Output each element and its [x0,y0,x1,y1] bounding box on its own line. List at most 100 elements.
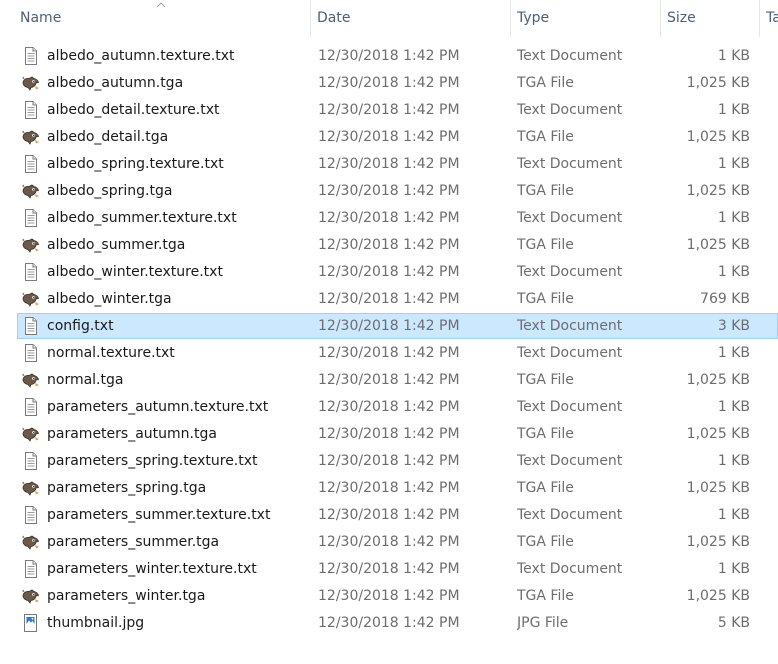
file-row[interactable]: parameters_spring.texture.txt 12/30/2018 … [17,448,778,474]
file-size: 1 KB [717,264,750,280]
file-row[interactable]: albedo_summer.texture.txt 12/30/2018 1:42… [17,205,778,231]
image-file-icon [21,614,40,632]
file-name: albedo_detail.texture.txt [47,102,220,118]
file-row[interactable]: normal.texture.txt 12/30/2018 1:42 PM Text… [17,340,778,366]
file-size: 1 KB [717,453,750,469]
file-date-modified: 12/30/2018 1:42 PM [318,318,460,334]
file-date-modified: 12/30/2018 1:42 PM [318,210,460,226]
file-date-modified: 12/30/2018 1:42 PM [318,615,460,631]
file-date-modified: 12/30/2018 1:42 PM [318,507,460,523]
file-name: parameters_spring.texture.txt [47,453,258,469]
file-date-modified: 12/30/2018 1:42 PM [318,48,460,64]
file-size: 769 KB [700,291,750,307]
file-date-modified: 12/30/2018 1:42 PM [318,156,460,172]
file-date-modified: 12/30/2018 1:42 PM [318,480,460,496]
file-type: TGA File [517,75,574,91]
file-date-modified: 12/30/2018 1:42 PM [318,399,460,415]
file-name: normal.texture.txt [47,345,175,361]
file-row[interactable]: parameters_winter.texture.txt 12/30/2018 … [17,556,778,582]
file-date-modified: 12/30/2018 1:42 PM [318,453,460,469]
text-file-icon [21,560,40,578]
column-header-bar: Name Date Type Size Ta [0,0,778,37]
file-type: Text Document [517,507,623,523]
file-date-modified: 12/30/2018 1:42 PM [318,426,460,442]
file-size: 1 KB [717,561,750,577]
file-name: parameters_summer.texture.txt [47,507,271,523]
file-date-modified: 12/30/2018 1:42 PM [318,264,460,280]
file-type: Text Document [517,345,623,361]
file-row[interactable]: albedo_spring.tga 12/30/2018 1:42 PM TGA F… [17,178,778,204]
file-date-modified: 12/30/2018 1:42 PM [318,588,460,604]
file-type: Text Document [517,264,623,280]
file-size: 1 KB [717,210,750,226]
gimp-file-icon [21,236,40,254]
file-size: 1 KB [717,507,750,523]
file-type: TGA File [517,534,574,550]
file-size: 1 KB [717,48,750,64]
file-row[interactable]: normal.tga 12/30/2018 1:42 PM TGA File 1,02… [17,367,778,393]
column-header-date[interactable]: Date [310,0,510,37]
file-row[interactable]: parameters_autumn.tga 12/30/2018 1:42 PM T… [17,421,778,447]
column-header-type[interactable]: Type [510,0,660,37]
file-date-modified: 12/30/2018 1:42 PM [318,102,460,118]
file-row[interactable]: albedo_autumn.texture.txt 12/30/2018 1:42… [17,43,778,69]
file-type: Text Document [517,210,623,226]
file-size: 1 KB [717,399,750,415]
file-row[interactable]: albedo_detail.texture.txt 12/30/2018 1:42… [17,97,778,123]
file-name: albedo_autumn.texture.txt [47,48,235,64]
file-size: 1 KB [717,102,750,118]
column-header-size[interactable]: Size [660,0,759,37]
file-size: 5 KB [717,615,750,631]
text-file-icon [21,398,40,416]
file-size: 1 KB [717,156,750,172]
file-type: Text Document [517,102,623,118]
file-row[interactable]: albedo_detail.tga 12/30/2018 1:42 PM TGA F… [17,124,778,150]
file-row[interactable]: albedo_winter.tga 12/30/2018 1:42 PM TGA F… [17,286,778,312]
file-row[interactable]: parameters_autumn.texture.txt 12/30/2018 … [17,394,778,420]
file-size: 1,025 KB [686,588,750,604]
file-type: TGA File [517,426,574,442]
file-row[interactable]: parameters_spring.tga 12/30/2018 1:42 PM T… [17,475,778,501]
file-row[interactable]: parameters_winter.tga 12/30/2018 1:42 PM T… [17,583,778,609]
text-file-icon [21,155,40,173]
gimp-file-icon [21,182,40,200]
file-name: albedo_detail.tga [47,129,169,145]
file-date-modified: 12/30/2018 1:42 PM [318,345,460,361]
file-date-modified: 12/30/2018 1:42 PM [318,561,460,577]
gimp-file-icon [21,74,40,92]
file-type: Text Document [517,156,623,172]
file-date-modified: 12/30/2018 1:42 PM [318,534,460,550]
text-file-icon [21,506,40,524]
file-row[interactable]: config.txt 12/30/2018 1:42 PM Text Documen… [17,313,778,339]
file-type: Text Document [517,399,623,415]
file-name: parameters_autumn.texture.txt [47,399,269,415]
file-size: 1,025 KB [686,372,750,388]
file-row[interactable]: albedo_autumn.tga 12/30/2018 1:42 PM TGA F… [17,70,778,96]
text-file-icon [21,344,40,362]
text-file-icon [21,452,40,470]
file-size: 1,025 KB [686,534,750,550]
column-header-tags[interactable]: Ta [759,0,778,37]
file-name: parameters_summer.tga [47,534,220,550]
file-name: albedo_autumn.tga [47,75,184,91]
file-row[interactable]: parameters_summer.texture.txt 12/30/2018 … [17,502,778,528]
file-type: TGA File [517,291,574,307]
file-row[interactable]: albedo_summer.tga 12/30/2018 1:42 PM TGA F… [17,232,778,258]
gimp-file-icon [21,371,40,389]
gimp-file-icon [21,587,40,605]
file-date-modified: 12/30/2018 1:42 PM [318,372,460,388]
file-row[interactable]: thumbnail.jpg 12/30/2018 1:42 PM JPG File 5… [17,610,778,636]
file-size: 1,025 KB [686,426,750,442]
gimp-file-icon [21,479,40,497]
text-file-icon [21,101,40,119]
file-name: albedo_spring.texture.txt [47,156,224,172]
file-row[interactable]: parameters_summer.tga 12/30/2018 1:42 PM T… [17,529,778,555]
file-type: TGA File [517,480,574,496]
file-size: 1,025 KB [686,183,750,199]
file-row[interactable]: albedo_spring.texture.txt 12/30/2018 1:42… [17,151,778,177]
file-type: TGA File [517,183,574,199]
file-type: TGA File [517,237,574,253]
file-row[interactable]: albedo_winter.texture.txt 12/30/2018 1:42… [17,259,778,285]
file-name: thumbnail.jpg [47,615,145,631]
gimp-file-icon [21,290,40,308]
